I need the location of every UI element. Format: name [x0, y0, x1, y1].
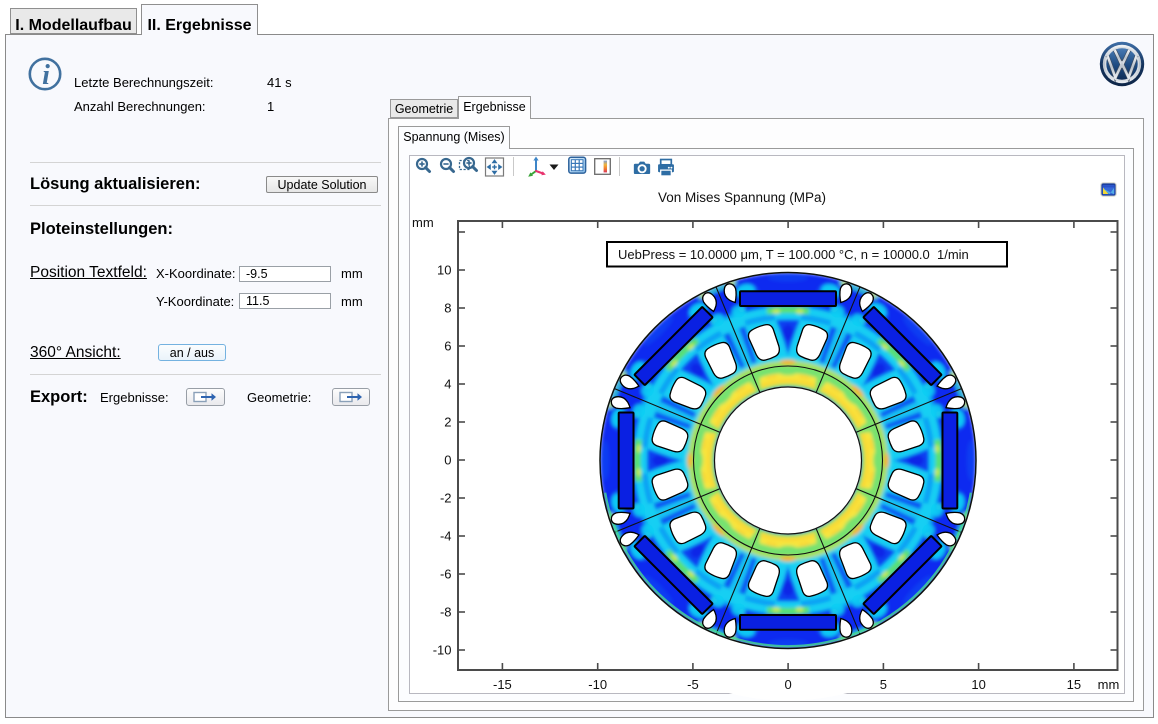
- svg-text:-10: -10: [588, 677, 607, 692]
- svg-text:UebPress = 10.0000 μm, T = 100: UebPress = 10.0000 μm, T = 100.000 °C, n…: [618, 247, 969, 262]
- svg-text:0: 0: [444, 453, 451, 468]
- svg-text:15: 15: [1067, 677, 1081, 692]
- svg-text:6: 6: [444, 339, 451, 354]
- svg-text:-4: -4: [440, 529, 452, 544]
- svg-text:10: 10: [437, 263, 451, 278]
- svg-text:2: 2: [444, 415, 451, 430]
- svg-text:5: 5: [880, 677, 887, 692]
- svg-text:8: 8: [444, 301, 451, 316]
- svg-text:-8: -8: [440, 605, 452, 620]
- svg-text:4: 4: [444, 377, 451, 392]
- svg-text:-15: -15: [493, 677, 512, 692]
- svg-text:-5: -5: [687, 677, 699, 692]
- svg-text:-10: -10: [433, 643, 452, 658]
- svg-text:mm: mm: [1098, 677, 1120, 692]
- svg-text:-2: -2: [440, 491, 452, 506]
- svg-text:0: 0: [784, 677, 791, 692]
- svg-text:mm: mm: [412, 215, 434, 230]
- svg-text:Von Mises Spannung (MPa): Von Mises Spannung (MPa): [658, 190, 826, 205]
- svg-text:-6: -6: [440, 567, 452, 582]
- svg-text:10: 10: [971, 677, 985, 692]
